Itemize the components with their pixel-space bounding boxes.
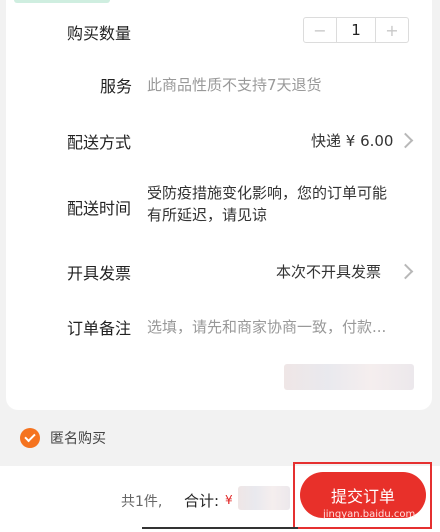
quantity-plus-button[interactable]: + xyxy=(376,18,408,42)
service-value: 此商品性质不支持7天退货 xyxy=(147,76,322,94)
delivery-time-notice: 受防疫措施变化影响，您的订单可能 有所延迟，请见谅 xyxy=(147,182,387,226)
delivery-time-line-1: 受防疫措施变化影响，您的订单可能 xyxy=(147,184,388,202)
total-currency: ¥ xyxy=(225,493,233,507)
service-label: 服务 xyxy=(100,77,133,96)
check-icon xyxy=(24,430,36,443)
anonymous-label: 匿名购买 xyxy=(50,431,106,447)
watermark: jingyan.baidu.com xyxy=(323,509,416,520)
delivery-value[interactable]: 快递 ¥ 6.00 xyxy=(311,130,393,151)
home-indicator xyxy=(142,527,298,529)
quantity-value[interactable]: 1 xyxy=(336,18,376,42)
remark-label: 订单备注 xyxy=(67,319,132,338)
anonymous-checkbox[interactable] xyxy=(20,428,40,448)
remark-input[interactable]: 选填，请先和商家协商一致，付款... xyxy=(147,316,386,337)
top-accent-bar xyxy=(14,0,110,3)
redacted-total xyxy=(238,486,290,510)
delivery-time-label: 配送时间 xyxy=(67,199,132,218)
invoice-label: 开具发票 xyxy=(67,264,132,283)
quantity-label: 购买数量 xyxy=(67,24,132,43)
delivery-time-line-2: 有所延迟，请见谅 xyxy=(147,206,268,224)
delivery-label: 配送方式 xyxy=(67,133,132,152)
invoice-value[interactable]: 本次不开具发票 xyxy=(276,261,381,282)
item-count: 共1件, xyxy=(121,494,163,510)
quantity-stepper[interactable]: − 1 + xyxy=(303,17,409,43)
redacted-area xyxy=(284,364,414,390)
quantity-minus-button[interactable]: − xyxy=(304,18,336,42)
total-label: 合计: xyxy=(184,492,220,510)
